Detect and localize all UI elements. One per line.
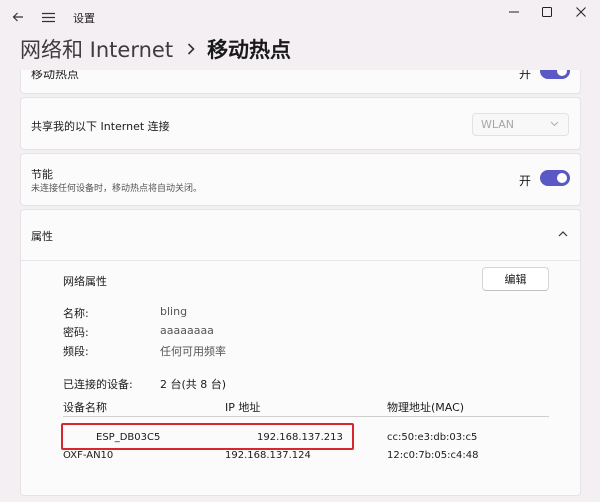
table-header-ip: IP 地址 [225, 401, 261, 414]
connected-devices-label: 已连接的设备: [63, 378, 133, 391]
minimize-button-overlay[interactable] [496, 3, 532, 21]
properties-card: 属性 网络属性 编辑 名称: bling 密码: aaaaaaaa 频段: 任何… [20, 209, 581, 496]
minimize-icon [509, 11, 519, 13]
device-ip-cell: 192.168.137.124 [225, 450, 311, 461]
properties-title: 属性 [31, 230, 53, 243]
hamburger-icon [41, 12, 55, 22]
maximize-button-overlay[interactable] [529, 3, 565, 21]
title-bar-overlay: 设置 [0, 0, 600, 34]
chevron-up-icon [558, 231, 568, 237]
close-button-overlay[interactable] [563, 3, 599, 21]
table-header-mac: 物理地址(MAC) [387, 401, 465, 414]
connection-select-value: WLAN [481, 118, 515, 131]
chevron-down-icon [550, 121, 559, 127]
field-label-password: 密码: [63, 326, 89, 339]
connection-select[interactable]: WLAN [472, 113, 569, 136]
power-saving-toggle-label: 开 [519, 174, 532, 188]
breadcrumb-overlay: 网络和 Internet 移动热点 [20, 34, 291, 64]
field-label-band: 频段: [63, 345, 89, 358]
device-mac-cell: 12:c0:7b:05:c4:48 [387, 450, 479, 461]
edit-button[interactable]: 编辑 [482, 267, 549, 291]
table-header-device-name: 设备名称 [63, 401, 107, 414]
maximize-icon [542, 7, 552, 17]
connected-devices-count: 2 台(共 8 台) [160, 378, 227, 391]
share-connection-label: 共享我的以下 Internet 连接 [31, 120, 170, 133]
toggle-knob [557, 173, 567, 183]
field-value-name: bling [160, 305, 188, 318]
power-saving-card: 节能 未连接任何设备时，移动热点将自动关闭。 开 [20, 153, 581, 206]
field-value-password: aaaaaaaa [160, 324, 214, 337]
device-mac-cell: cc:50:e3:db:03:c5 [387, 432, 478, 443]
power-saving-title: 节能 [31, 168, 53, 181]
field-label-name: 名称: [63, 307, 89, 320]
properties-header[interactable]: 属性 [21, 210, 580, 260]
highlight-box [61, 423, 354, 450]
page-title: 移动热点 [207, 38, 292, 62]
back-arrow-icon [12, 12, 23, 22]
header-layer: 设置 网络和 Internet 移动热点 [0, 0, 600, 70]
table-header-divider [63, 416, 549, 417]
network-properties-title: 网络属性 [63, 275, 107, 288]
back-button-overlay[interactable] [4, 4, 32, 30]
window-title-overlay: 设置 [73, 12, 95, 25]
close-icon [576, 7, 586, 17]
breadcrumb-parent-link[interactable]: 网络和 Internet [20, 34, 173, 64]
chevron-right-icon [187, 43, 195, 55]
power-saving-toggle[interactable] [540, 170, 570, 186]
field-value-band: 任何可用频率 [160, 345, 226, 358]
menu-button-overlay[interactable] [34, 4, 62, 30]
share-connection-card: 共享我的以下 Internet 连接 WLAN [20, 97, 581, 150]
power-saving-description: 未连接任何设备时，移动热点将自动关闭。 [31, 184, 203, 194]
section-divider [21, 260, 580, 261]
device-name-cell: OXF-AN10 [63, 450, 114, 461]
